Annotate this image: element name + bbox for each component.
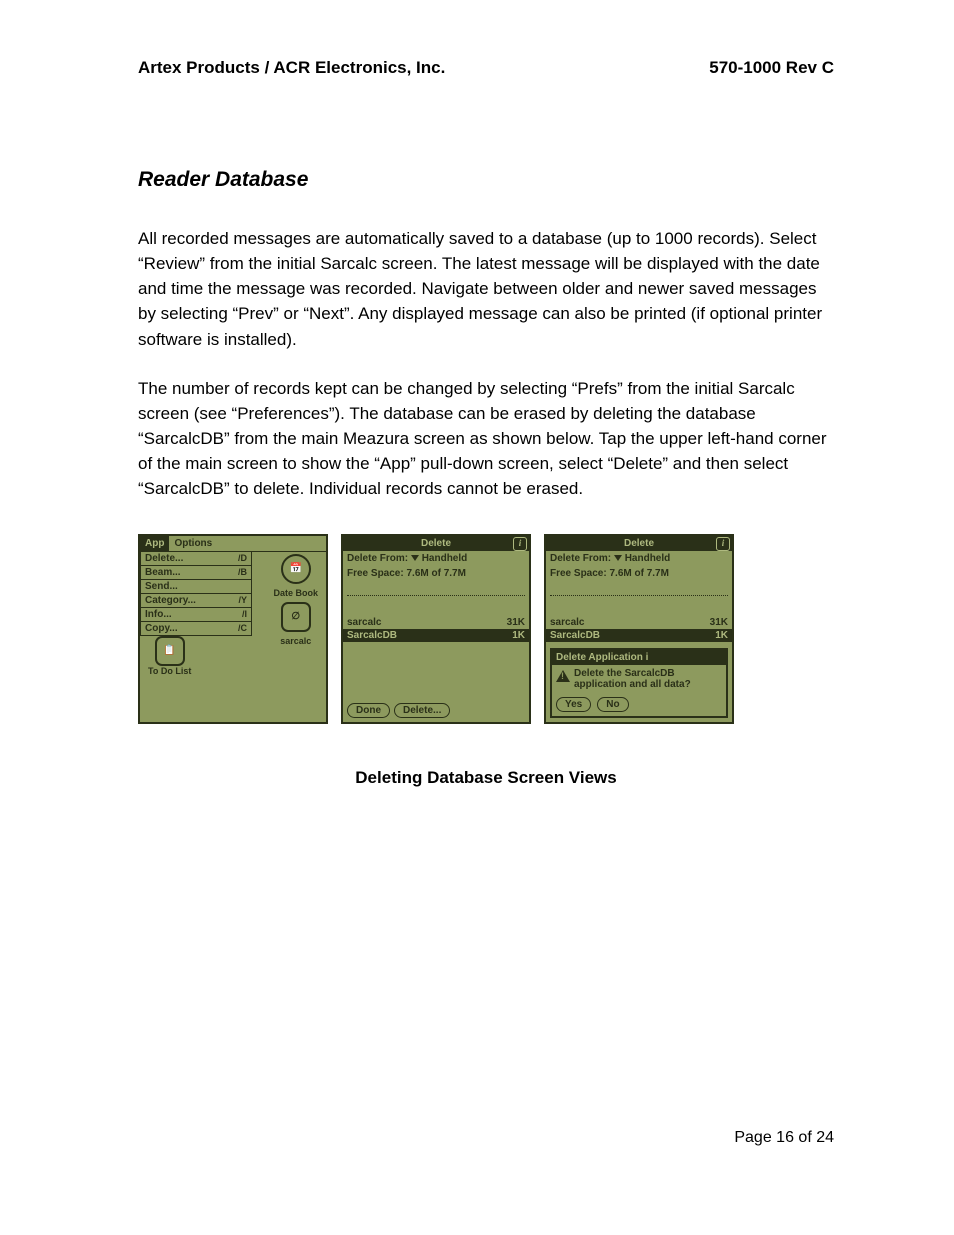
separator-line xyxy=(347,583,525,596)
screenshot-delete-list: Delete i Delete From: Handheld Free Spac… xyxy=(341,534,531,724)
figure-caption: Deleting Database Screen Views xyxy=(138,768,834,788)
menu-item-copy[interactable]: Copy.../C xyxy=(141,621,251,635)
titlebar-delete-3: Delete i xyxy=(546,536,732,551)
info-icon-3[interactable]: i xyxy=(716,537,730,551)
sarcalc-label: sarcalc xyxy=(280,636,311,646)
dropdown-arrow-icon[interactable] xyxy=(411,555,419,561)
paragraph-1: All recorded messages are automatically … xyxy=(138,226,834,352)
dialog-title: Delete Application i xyxy=(552,650,726,665)
section-heading: Reader Database xyxy=(138,168,834,192)
page-header: Artex Products / ACR Electronics, Inc. 5… xyxy=(138,58,834,78)
button-row: Done Delete... xyxy=(347,703,450,718)
separator-line-3 xyxy=(550,583,728,596)
screenshot-app-menu: App Options Delete.../D Beam.../B Send..… xyxy=(138,534,328,724)
menu-item-info[interactable]: Info.../I xyxy=(141,607,251,621)
todo-block: 📋 To Do List xyxy=(148,636,191,676)
dialog-info-icon[interactable]: i xyxy=(646,652,649,663)
delete-from-value-3[interactable]: Handheld xyxy=(625,553,671,564)
menubar: App Options xyxy=(140,536,326,552)
todolist-icon[interactable]: 📋 xyxy=(155,636,185,666)
titlebar-delete: Delete i xyxy=(343,536,529,551)
menu-item-delete[interactable]: Delete.../D xyxy=(141,552,251,565)
menu-app[interactable]: App xyxy=(140,536,169,551)
title-text: Delete xyxy=(421,538,451,549)
figures-row: App Options Delete.../D Beam.../B Send..… xyxy=(138,534,834,724)
file-row-sarcalc[interactable]: sarcalc31K xyxy=(343,616,529,629)
menu-item-category[interactable]: Category.../Y xyxy=(141,593,251,607)
dropdown-arrow-icon-3[interactable] xyxy=(614,555,622,561)
title-text-3: Delete xyxy=(624,538,654,549)
file-row-sarcalc-3[interactable]: sarcalc31K xyxy=(546,616,732,629)
sarcalc-icon[interactable]: ∅ xyxy=(281,602,311,632)
confirm-dialog: Delete Application i Delete the SarcalcD… xyxy=(550,648,728,718)
delete-from-label-3: Delete From: xyxy=(550,553,611,564)
datebook-label: Date Book xyxy=(273,588,318,598)
menu-options[interactable]: Options xyxy=(169,536,217,551)
done-button[interactable]: Done xyxy=(347,703,390,718)
file-row-sarcalcdb[interactable]: SarcalcDB1K xyxy=(343,629,529,642)
menu-item-send[interactable]: Send... xyxy=(141,579,251,593)
free-space-3: Free Space: 7.6M of 7.7M xyxy=(546,566,732,581)
info-icon[interactable]: i xyxy=(513,537,527,551)
page-footer: Page 16 of 24 xyxy=(734,1129,834,1147)
yes-button[interactable]: Yes xyxy=(556,697,591,712)
delete-from-value[interactable]: Handheld xyxy=(422,553,468,564)
dialog-body-text: Delete the SarcalcDB application and all… xyxy=(574,668,722,690)
file-row-sarcalcdb-3[interactable]: SarcalcDB1K xyxy=(546,629,732,642)
app-dropdown: Delete.../D Beam.../B Send... Category..… xyxy=(140,551,252,636)
body-text: All recorded messages are automatically … xyxy=(138,226,834,502)
paragraph-2: The number of records kept can be change… xyxy=(138,376,834,502)
delete-from-row: Delete From: Handheld xyxy=(343,551,529,566)
free-space: Free Space: 7.6M of 7.7M xyxy=(343,566,529,581)
delete-from-row-3: Delete From: Handheld xyxy=(546,551,732,566)
no-button[interactable]: No xyxy=(597,697,628,712)
delete-button[interactable]: Delete... xyxy=(394,703,450,718)
launcher-column: 📅 Date Book ∅ sarcalc xyxy=(273,554,318,646)
header-left: Artex Products / ACR Electronics, Inc. xyxy=(138,58,445,78)
screenshot-delete-confirm: Delete i Delete From: Handheld Free Spac… xyxy=(544,534,734,724)
todolist-label: To Do List xyxy=(148,666,191,676)
datebook-icon[interactable]: 📅 xyxy=(281,554,311,584)
warning-icon xyxy=(556,670,570,682)
delete-from-label: Delete From: xyxy=(347,553,408,564)
header-right: 570-1000 Rev C xyxy=(709,58,834,78)
menu-item-beam[interactable]: Beam.../B xyxy=(141,565,251,579)
